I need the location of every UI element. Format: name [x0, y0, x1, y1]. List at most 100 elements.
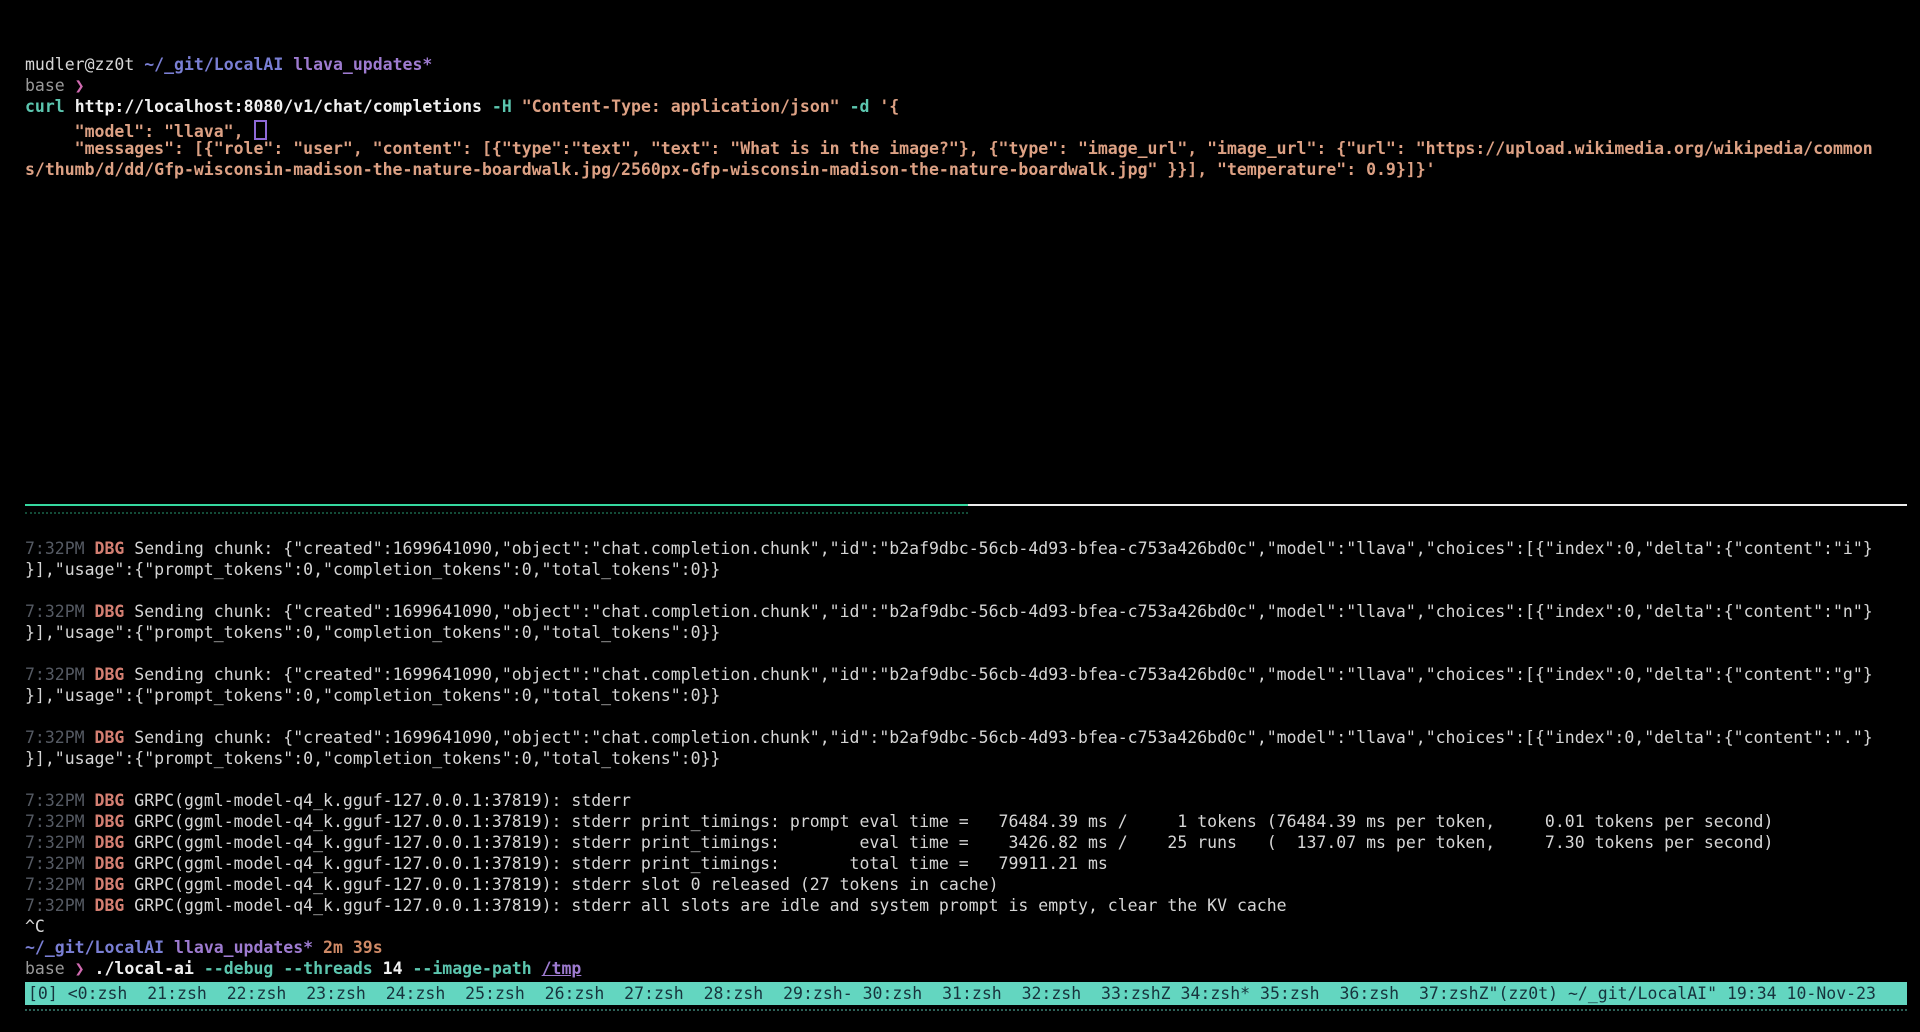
- tmux-window[interactable]: 29:zsh-: [783, 984, 862, 1003]
- text-segment: [85, 728, 95, 747]
- text-segment: ❯: [75, 76, 85, 95]
- text-segment: [85, 791, 95, 810]
- tmux-window[interactable]: 36:zsh: [1340, 984, 1419, 1003]
- text-segment: llava_updates*: [293, 55, 432, 74]
- text-segment: 7:32PM: [25, 875, 85, 894]
- text-segment: [194, 959, 204, 978]
- tmux-pane-divider[interactable]: [25, 504, 1907, 506]
- tmux-status-bar: [0] <0:zsh 21:zsh 22:zsh 23:zsh 24:zsh 2…: [25, 982, 1907, 1005]
- tmux-window[interactable]: 26:zsh: [545, 984, 624, 1003]
- text-segment: [65, 97, 75, 116]
- text-segment: GRPC(ggml-model-q4_k.gguf-127.0.0.1:3781…: [124, 896, 1286, 915]
- text-segment: '{: [879, 97, 899, 116]
- terminal-bottom-pane[interactable]: 7:32PM DBG Sending chunk: {"created":169…: [25, 538, 1920, 979]
- tmux-window[interactable]: 30:zsh: [863, 984, 942, 1003]
- text-segment: mudler@zz0t: [25, 55, 144, 74]
- text-segment: [512, 97, 522, 116]
- text-segment: 7:32PM: [25, 854, 85, 873]
- text-segment: --threads: [283, 959, 372, 978]
- tmux-window[interactable]: 34:zsh*: [1181, 984, 1260, 1003]
- text-segment: 2m 39s: [323, 938, 383, 957]
- text-segment: DBG: [95, 875, 125, 894]
- text-segment: 7:32PM: [25, 602, 85, 621]
- prompt-line: base ❯: [25, 75, 1920, 96]
- prompt-line: ~/_git/LocalAI llava_updates* 2m 39s: [25, 937, 1920, 958]
- tmux-window[interactable]: 33:zshZ: [1101, 984, 1180, 1003]
- text-segment: }],"usage":{"prompt_tokens":0,"completio…: [25, 686, 720, 705]
- text-segment: --image-path: [412, 959, 531, 978]
- text-segment: ❯: [75, 959, 85, 978]
- tmux-status-right: "(zz0t) ~/_git/LocalAI" 19:34 10-Nov-23: [1489, 984, 1876, 1003]
- text-segment: -d: [850, 97, 870, 116]
- text-segment: DBG: [95, 896, 125, 915]
- tmux-window[interactable]: 37:zshZ: [1419, 984, 1489, 1003]
- command-line: curl http://localhost:8080/v1/chat/compl…: [25, 96, 1920, 117]
- text-segment: curl: [25, 97, 65, 116]
- text-segment: DBG: [95, 665, 125, 684]
- text-segment: [273, 959, 283, 978]
- text-segment: [85, 959, 95, 978]
- text-segment: }],"usage":{"prompt_tokens":0,"completio…: [25, 623, 720, 642]
- tmux-window[interactable]: 25:zsh: [465, 984, 544, 1003]
- tmux-window[interactable]: 28:zsh: [704, 984, 783, 1003]
- prompt-line: mudler@zz0t ~/_git/LocalAI llava_updates…: [25, 54, 1920, 75]
- blank-line: [25, 706, 1920, 727]
- tmux-window[interactable]: 27:zsh: [624, 984, 703, 1003]
- text-segment: ~/_git/LocalAI: [144, 55, 283, 74]
- log-line: }],"usage":{"prompt_tokens":0,"completio…: [25, 685, 1920, 706]
- text-segment: GRPC(ggml-model-q4_k.gguf-127.0.0.1:3781…: [124, 791, 631, 810]
- blank-line: [25, 643, 1920, 664]
- command-line: "model": "llava",: [25, 117, 1920, 138]
- text-segment: Sending chunk: {"created":1699641090,"ob…: [124, 602, 1872, 621]
- text-segment: --debug: [204, 959, 274, 978]
- text-segment: Sending chunk: {"created":1699641090,"ob…: [124, 728, 1872, 747]
- text-segment: [313, 938, 323, 957]
- text-segment: "Content-Type: application/json": [522, 97, 840, 116]
- text-segment: base: [25, 959, 75, 978]
- text-segment: 7:32PM: [25, 896, 85, 915]
- tmux-window[interactable]: 35:zsh: [1260, 984, 1339, 1003]
- text-segment: [85, 875, 95, 894]
- text-segment: llava_updates*: [174, 938, 313, 957]
- pane-divider-active-segment: [25, 504, 968, 506]
- log-line: }],"usage":{"prompt_tokens":0,"completio…: [25, 622, 1920, 643]
- text-segment: DBG: [95, 854, 125, 873]
- blank-line: [25, 769, 1920, 790]
- text-segment: [373, 959, 383, 978]
- log-line: }],"usage":{"prompt_tokens":0,"completio…: [25, 559, 1920, 580]
- text-segment: Sending chunk: {"created":1699641090,"ob…: [124, 665, 1872, 684]
- text-segment: GRPC(ggml-model-q4_k.gguf-127.0.0.1:3781…: [124, 854, 1107, 873]
- text-segment: ~/_git/LocalAI: [25, 938, 164, 957]
- text-segment: [85, 602, 95, 621]
- text-segment: [85, 539, 95, 558]
- tmux-window[interactable]: 24:zsh: [386, 984, 465, 1003]
- tmux-window[interactable]: 32:zsh: [1022, 984, 1101, 1003]
- command-line: "messages": [{"role": "user", "content":…: [25, 138, 1920, 159]
- tmux-window[interactable]: 21:zsh: [147, 984, 226, 1003]
- text-segment: ./local-ai: [95, 959, 194, 978]
- log-line: 7:32PM DBG Sending chunk: {"created":169…: [25, 727, 1920, 748]
- text-segment: [85, 854, 95, 873]
- tmux-window[interactable]: 22:zsh: [227, 984, 306, 1003]
- text-segment: DBG: [95, 812, 125, 831]
- text-segment: -H: [492, 97, 512, 116]
- tmux-window[interactable]: 31:zsh: [942, 984, 1021, 1003]
- text-segment: [532, 959, 542, 978]
- text-cursor: [254, 120, 267, 140]
- text-segment: /tmp: [542, 959, 582, 978]
- text-segment: DBG: [95, 539, 125, 558]
- terminal-top-pane[interactable]: mudler@zz0t ~/_git/LocalAI llava_updates…: [25, 54, 1920, 180]
- tmux-window[interactable]: 23:zsh: [306, 984, 385, 1003]
- text-segment: [85, 896, 95, 915]
- text-segment: DBG: [95, 728, 125, 747]
- text-segment: http://localhost:8080/v1/chat/completion…: [75, 97, 482, 116]
- text-segment: "messages": [{"role": "user", "content":…: [25, 139, 1873, 158]
- text-segment: [85, 833, 95, 852]
- tmux-session-index: [0]: [28, 984, 68, 1003]
- log-line: 7:32PM DBG GRPC(ggml-model-q4_k.gguf-127…: [25, 790, 1920, 811]
- text-segment: [403, 959, 413, 978]
- text-segment: GRPC(ggml-model-q4_k.gguf-127.0.0.1:3781…: [124, 812, 1773, 831]
- text-segment: Sending chunk: {"created":1699641090,"ob…: [124, 539, 1872, 558]
- text-segment: [85, 812, 95, 831]
- tmux-window[interactable]: <0:zsh: [68, 984, 147, 1003]
